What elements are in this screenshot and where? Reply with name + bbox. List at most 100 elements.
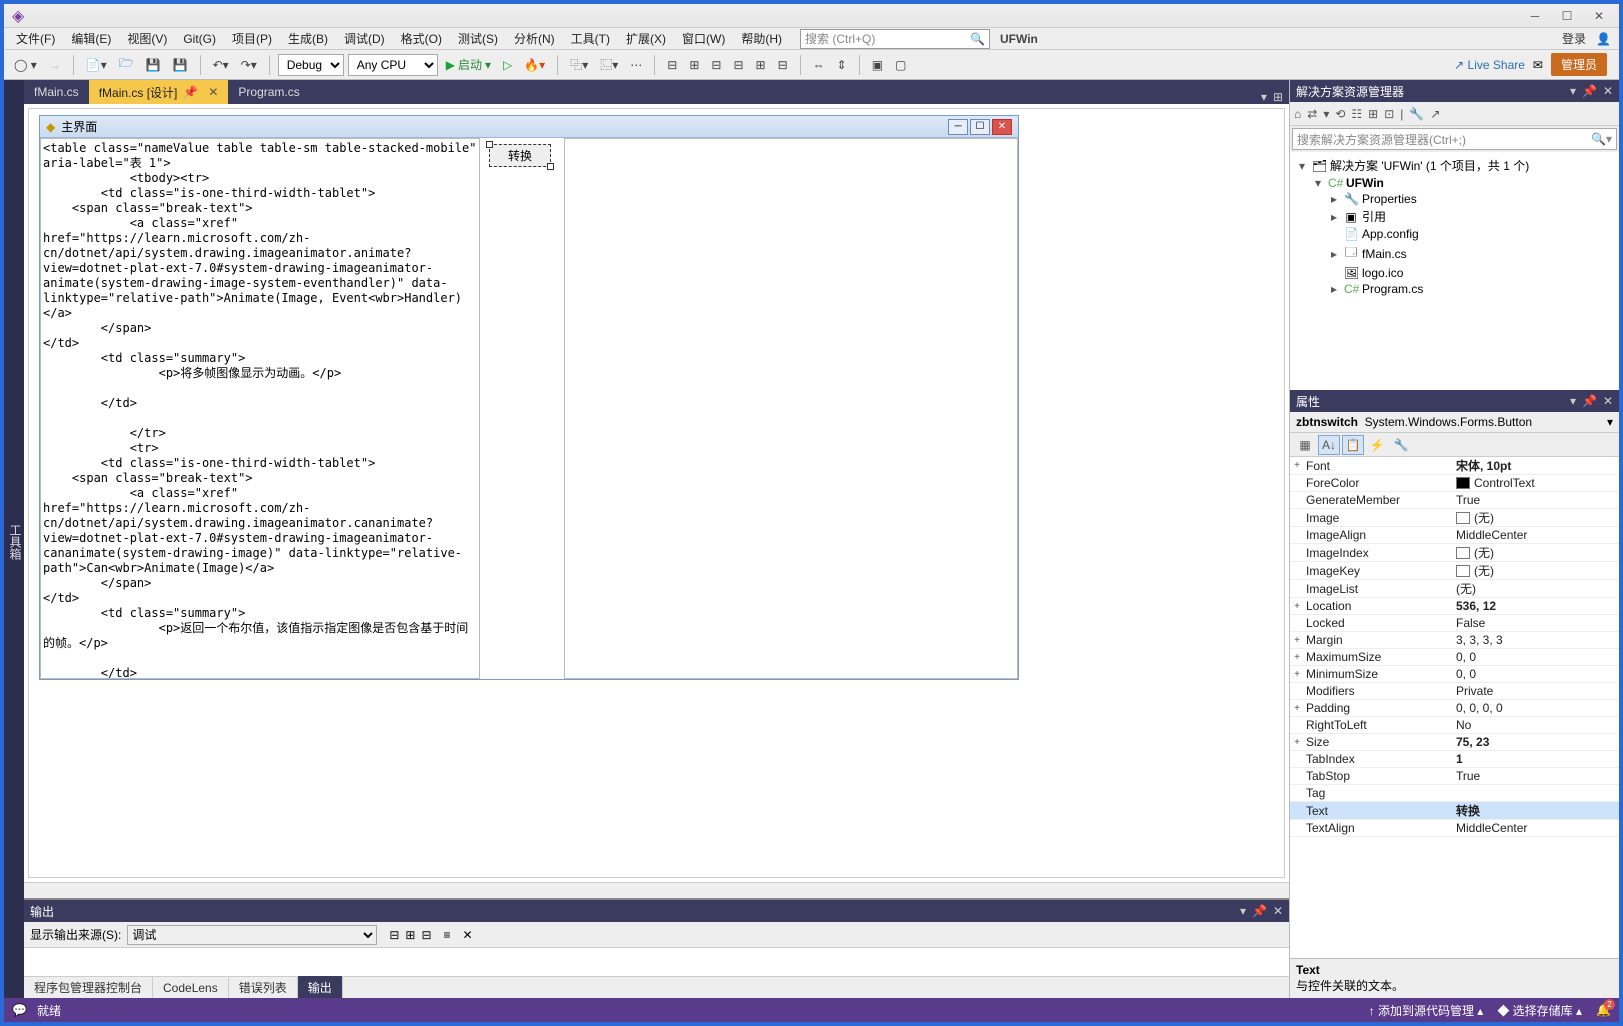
node-fmain[interactable]: fMain.cs [1362,247,1407,261]
menu-edit[interactable]: 编辑(E) [63,28,119,49]
bottom-tab-errorlist[interactable]: 错误列表 [229,976,298,999]
menu-file[interactable]: 文件(F) [8,28,63,49]
pin-icon[interactable]: 📌 [183,85,198,99]
prop-categorized-icon[interactable]: ▦ [1294,435,1316,455]
out-toggle2-icon[interactable]: ⊟ [421,928,431,942]
chat-icon[interactable]: 💬 [12,1003,27,1017]
se-sync-icon[interactable]: ⟲ [1335,107,1345,121]
designer-hscrollbar[interactable] [24,882,1289,898]
menu-analyze[interactable]: 分析(N) [506,28,563,49]
se-switch-icon[interactable]: ⇄ [1307,107,1317,121]
output-text[interactable] [24,948,1289,976]
hspace-icon[interactable]: ⇔ [809,56,829,74]
open-button[interactable]: 🗁 [115,52,138,77]
solution-tree[interactable]: ▾🗂解决方案 'UFWin' (1 个项目，共 1 个) ▾C#UFWin ▸🔧… [1290,152,1619,390]
menu-debug[interactable]: 调试(D) [336,28,393,49]
solution-root[interactable]: 解决方案 'UFWin' (1 个项目，共 1 个) [1330,157,1529,174]
layout-btn2[interactable]: ⿺▾ [596,54,622,75]
out-clearall-icon[interactable]: ✕ [463,928,473,942]
se-close-icon[interactable]: ✕ [1603,84,1613,98]
align-bot-icon[interactable]: ⊟ [774,56,792,74]
property-row[interactable]: Image(无) [1290,509,1619,527]
property-grid[interactable]: +Font宋体, 10ptForeColorControlTextGenerat… [1290,457,1619,958]
hot-reload-button[interactable]: 🔥▾ [520,56,549,74]
menu-git[interactable]: Git(G) [175,30,224,48]
menu-tools[interactable]: 工具(T) [563,28,618,49]
se-btn2-icon[interactable]: ⊞ [1368,107,1378,121]
layout-btn1[interactable]: ⿻▾ [566,54,592,75]
layout-btn3[interactable]: ⋯ [626,56,646,74]
property-row[interactable]: +Padding0, 0, 0, 0 [1290,700,1619,717]
property-row[interactable]: TabStopTrue [1290,768,1619,785]
align-mid-icon[interactable]: ⊞ [752,56,770,74]
feedback-icon[interactable]: ✉ [1533,58,1543,72]
menu-view[interactable]: 视图(V) [119,28,175,49]
tab-program-cs[interactable]: Program.cs [228,80,309,104]
property-row[interactable]: ForeColorControlText [1290,475,1619,492]
redo-button[interactable]: ↷▾ [237,56,261,74]
out-toggle1-icon[interactable]: ⊞ [405,928,415,942]
minimize-icon[interactable]: ─ [1523,9,1547,23]
panel-dropdown-icon[interactable]: ▾ [1240,904,1246,918]
close-icon[interactable]: ✕ [1587,9,1611,23]
property-row[interactable]: ImageAlignMiddleCenter [1290,527,1619,544]
bottom-tab-pmc[interactable]: 程序包管理器控制台 [24,976,153,999]
menu-extensions[interactable]: 扩展(X) [618,28,674,49]
global-search-input[interactable]: 搜索 (Ctrl+Q) 🔍 [800,29,990,49]
nav-fwd-button[interactable]: → [45,56,65,74]
convert-button[interactable]: 转换 [489,144,551,167]
node-program[interactable]: Program.cs [1362,282,1423,296]
start-nodebug-button[interactable]: ▷ [499,56,516,74]
se-btn1-icon[interactable]: ☷ [1351,107,1362,121]
menu-window[interactable]: 窗口(W) [674,28,733,49]
panel-close-icon[interactable]: ✕ [1273,904,1283,918]
undo-button[interactable]: ↶▾ [209,56,233,74]
se-home-icon[interactable]: ⌂ [1294,107,1301,121]
property-row[interactable]: Text转换 [1290,802,1619,820]
prop-pin-icon[interactable]: 📌 [1582,394,1597,408]
bottom-tab-output[interactable]: 输出 [298,976,343,999]
se-prop-icon[interactable]: ↗ [1430,107,1440,121]
se-pin-icon[interactable]: 📌 [1582,84,1597,98]
prop-close-icon[interactable]: ✕ [1603,394,1613,408]
prop-events-icon[interactable]: ⚡ [1366,435,1388,455]
order-back-icon[interactable]: ▢ [891,56,910,74]
property-row[interactable]: +Location536, 12 [1290,598,1619,615]
panel-pin-icon[interactable]: 📌 [1252,904,1267,918]
bottom-tab-codelens[interactable]: CodeLens [153,978,229,998]
menu-project[interactable]: 项目(P) [224,28,280,49]
property-row[interactable]: ImageIndex(无) [1290,544,1619,562]
align-center-icon[interactable]: ⊞ [685,56,703,74]
property-row[interactable]: +Size75, 23 [1290,734,1619,751]
save-button[interactable]: 💾 [142,56,165,74]
toolbox-tab[interactable]: 工具箱 [7,524,24,560]
output-textbox[interactable] [564,138,1018,679]
property-object-selector[interactable]: zbtnswitch System.Windows.Forms.Button▾ [1290,412,1619,433]
property-row[interactable]: +Margin3, 3, 3, 3 [1290,632,1619,649]
liveshare-button[interactable]: ↗ Live Share [1454,58,1525,72]
order-front-icon[interactable]: ▣ [868,56,887,74]
node-appconfig[interactable]: App.config [1362,227,1419,241]
node-logo[interactable]: logo.ico [1362,266,1403,280]
platform-select[interactable]: Any CPU [348,54,438,76]
se-dropdown-icon[interactable]: ▾ [1570,84,1576,98]
property-row[interactable]: +Font宋体, 10pt [1290,457,1619,475]
property-row[interactable]: TabIndex1 [1290,751,1619,768]
source-textbox[interactable]: <table class="nameValue table table-sm t… [40,138,480,679]
solution-search-input[interactable]: 搜索解决方案资源管理器(Ctrl+;)🔍▾ [1292,128,1617,150]
nav-back-button[interactable]: ◯ ▾ [10,56,41,74]
node-properties[interactable]: Properties [1362,192,1417,206]
se-btn3-icon[interactable]: ⊡ [1384,107,1394,121]
prop-alpha-icon[interactable]: A↓ [1318,435,1340,455]
property-row[interactable]: LockedFalse [1290,615,1619,632]
property-row[interactable]: RightToLeftNo [1290,717,1619,734]
config-select[interactable]: Debug [278,54,344,76]
out-wrap-icon[interactable]: ≡ [444,928,451,942]
menu-format[interactable]: 格式(O) [393,28,450,49]
align-top-icon[interactable]: ⊟ [729,56,747,74]
login-link[interactable]: 登录 [1562,30,1586,47]
repo-select-button[interactable]: ◆ 选择存储库 ▴ [1497,1002,1582,1019]
project-node[interactable]: UFWin [1346,176,1384,190]
align-left-icon[interactable]: ⊟ [663,56,681,74]
tab-close-icon[interactable]: ✕ [208,85,218,99]
